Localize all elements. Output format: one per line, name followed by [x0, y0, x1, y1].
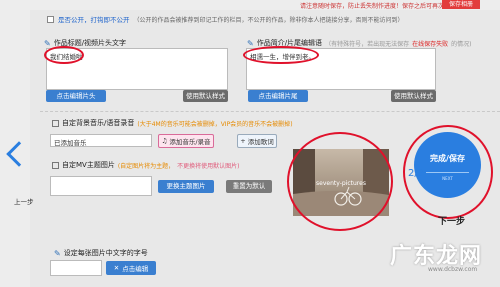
fontsize-input[interactable]	[50, 260, 102, 276]
pencil-icon: ✎	[54, 248, 61, 258]
music-title: 自定背景音乐/语音录音 (大于4M的音乐可能会被删掉，VIP会员的音乐不会被删掉…	[52, 118, 293, 128]
publish-link[interactable]: 是否公开，打钩即不公开	[58, 14, 130, 24]
theme-title: 自定MV主题图片 (自定图片将为主题， 不更换将使用默认图片)	[52, 160, 240, 170]
top-bar: 请注意随时保存，防止丢失制作进度！保存之后可再次修改 保存相册	[0, 0, 500, 10]
fontsize-edit-button[interactable]: ✕ 点击编辑	[106, 261, 156, 275]
title-highlight-oval	[44, 46, 84, 64]
theme-note: (自定图片将为主题，	[117, 162, 175, 170]
theme-note-pink: 不更换将使用默认图片)	[177, 162, 240, 170]
change-theme-button[interactable]: 更换主题图片	[158, 180, 214, 193]
publish-row: 是否公开，打钩即不公开 （公开的作品会被推荐到印记工作的栏目，不公开的作品，除非…	[47, 14, 404, 24]
save-warning: 请注意随时保存，防止丢失制作进度！保存之后可再次修改	[300, 3, 457, 10]
watermark-url: www.dcbzw.com	[428, 266, 478, 273]
edit-opening-button[interactable]: 点击编辑片头	[46, 90, 106, 102]
page-indicator: 2/3	[408, 168, 425, 179]
watermark: 广东龙网 www.dcbzw.com	[372, 236, 500, 287]
reset-default-button[interactable]: 重置为默认	[226, 180, 272, 193]
section-icon	[52, 161, 59, 169]
music-title-text: 自定背景音乐/语音录音	[62, 119, 135, 127]
section-icon	[52, 119, 59, 127]
chevron-left-icon[interactable]	[6, 141, 32, 167]
add-music-button[interactable]: ♫ 添加音乐/录音	[158, 134, 214, 148]
intro-note: （有特殊符号，若出现无法保存	[325, 40, 410, 48]
intro-default-style-button[interactable]: 使用默认样式	[391, 90, 436, 102]
finish-label: 完成/保存	[430, 154, 465, 163]
music-input[interactable]: 已添加音乐	[50, 134, 152, 147]
intro-red-note: 在线保存失败	[412, 40, 449, 48]
music-note: (大于4M的音乐可能会被删掉，VIP会员的音乐不会被删掉)	[137, 120, 293, 128]
divider	[40, 111, 500, 112]
save-quit-button[interactable]: 保存相册	[442, 0, 480, 9]
next-step-label[interactable]: 下一步	[438, 214, 465, 227]
plus-icon: +	[240, 137, 246, 145]
intro-note-end: 的情况)	[451, 40, 472, 48]
photo-highlight-oval	[287, 132, 393, 231]
fontsize-title: ✎ 设定每张图片中文字的字号	[54, 248, 148, 258]
add-lyrics-button[interactable]: + 添加歌词	[237, 134, 277, 148]
edit-ending-button[interactable]: 点击编辑片尾	[248, 90, 308, 102]
pencil-icon: ✎	[44, 38, 51, 48]
fontsize-title-text: 设定每张图片中文字的字号	[63, 249, 148, 257]
theme-input[interactable]	[50, 176, 152, 196]
intro-highlight-oval	[243, 46, 319, 64]
music-input-value: 已添加音乐	[54, 139, 87, 147]
title-default-style-button[interactable]: 使用默认样式	[183, 90, 228, 102]
wrench-icon: ✕	[113, 264, 120, 272]
divider-line	[426, 172, 469, 173]
add-music-label: 添加音乐/录音	[169, 138, 211, 146]
fontsize-edit-label: 点击编辑	[122, 265, 149, 273]
add-lyrics-label: 添加歌词	[247, 138, 274, 146]
theme-title-text: 自定MV主题图片	[62, 161, 115, 169]
prev-step-label[interactable]: 上一步	[14, 196, 34, 206]
music-note-icon: ♫	[161, 137, 168, 145]
finish-save-button[interactable]: 完成/保存 NEXT	[414, 132, 481, 198]
pencil-icon: ✎	[247, 38, 254, 48]
publish-checkbox[interactable]	[47, 15, 54, 23]
publish-note: （公开的作品会被推荐到印记工作的栏目，不公开的作品，除非你本人把链接分享，否则不…	[133, 16, 404, 24]
